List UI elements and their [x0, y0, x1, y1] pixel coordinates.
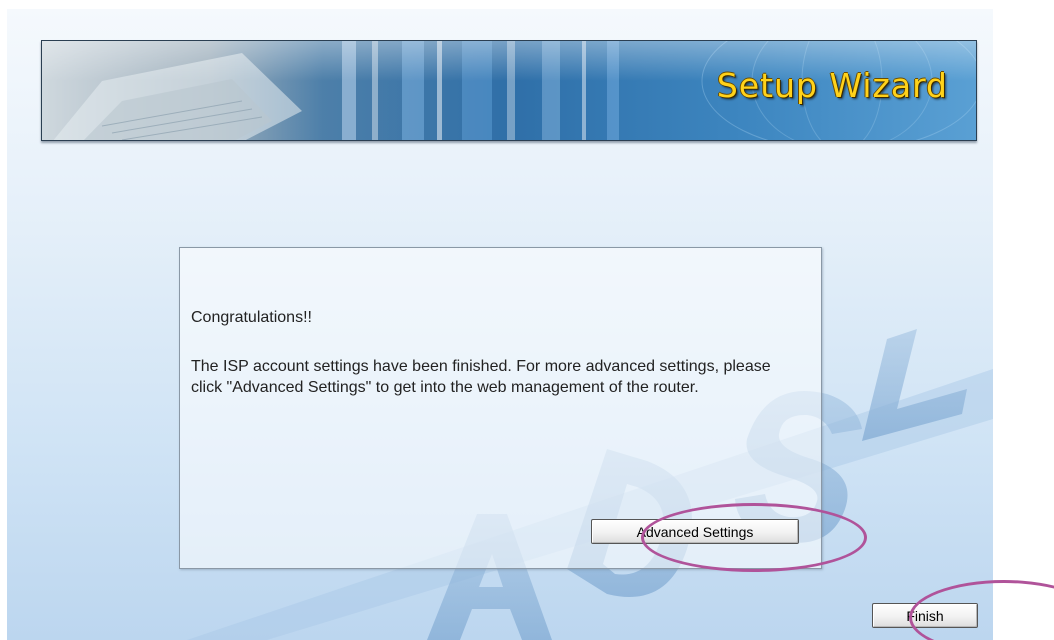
completion-message-text: The ISP account settings have been finis…	[191, 358, 771, 396]
advanced-settings-button[interactable]: Advanced Settings	[591, 519, 799, 544]
setup-wizard-banner: Setup Wizard	[41, 40, 977, 141]
setup-wizard-page: Setup Wizard Congratulations!! The ISP a…	[0, 0, 1054, 640]
finish-button[interactable]: Finish	[872, 603, 978, 628]
page-background: Setup Wizard Congratulations!! The ISP a…	[7, 9, 993, 640]
message-panel: Congratulations!! The ISP account settin…	[179, 247, 822, 569]
setup-wizard-title: Setup Wizard	[716, 66, 948, 105]
congratulations-text: Congratulations!!	[191, 309, 312, 326]
